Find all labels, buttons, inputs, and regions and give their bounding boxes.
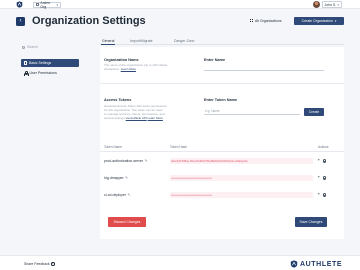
- org-name-description: The name of the organization (up to 100 …: [104, 63, 168, 71]
- revoke-icon[interactable]: [322, 159, 326, 163]
- brand-name: AUTHLETE: [300, 260, 343, 268]
- access-tokens-desc-line: several settings via Authlete API Learn …: [104, 116, 167, 120]
- org-switcher[interactable]: Anime Org ▾: [33, 0, 61, 9]
- chevron-down-icon: ▾: [334, 19, 337, 23]
- token-hash-field[interactable]: s9cnF4TNt8qv-WLwr0rMxDTRvdB2hHfGz5bXuKsL…: [170, 158, 313, 164]
- learn-more-link[interactable]: Learn More: [121, 67, 136, 71]
- user-name: John S: [324, 2, 336, 7]
- share-feedback-link[interactable]: Share Feedback i: [24, 262, 55, 266]
- org-name-field[interactable]: [204, 64, 324, 71]
- table-row-name: ci-cd-deployer ✎: [104, 193, 130, 197]
- row-actions: ⚭: [317, 158, 326, 163]
- save-changes-button[interactable]: Save Changes: [295, 217, 327, 227]
- all-organizations-link[interactable]: All Organizations: [250, 19, 281, 23]
- org-name-field-label: Enter Name: [204, 58, 226, 62]
- table-header-divider: [100, 151, 344, 152]
- link-icon[interactable]: ⚭: [317, 175, 321, 180]
- create-organization-label: Create Organization: [301, 19, 333, 23]
- discard-changes-button[interactable]: Discard Changes: [108, 217, 146, 227]
- sidebar-item-label: User Permissions: [29, 71, 57, 75]
- all-organizations-label: All Organizations: [255, 19, 282, 23]
- authlete-logo-icon[interactable]: [16, 1, 23, 8]
- token-name-field[interactable]: e.g. Name: [204, 108, 300, 115]
- link-icon[interactable]: ⚭: [317, 192, 321, 197]
- token-hash-field[interactable]: ••••••••••••••••••••••••••••••••••••••••…: [170, 192, 313, 198]
- token-name: ci-cd-deployer: [104, 193, 126, 197]
- avatar: [313, 1, 320, 8]
- sidebar-item-basic-settings[interactable]: Basic Settings: [21, 59, 79, 67]
- settings-tabs: General Import/Migrate Danger Zone: [100, 38, 344, 45]
- authlete-shield-icon: [290, 260, 298, 268]
- sidebar-item-label: Basic Settings: [29, 61, 52, 65]
- org-name-desc-text: characters).: [104, 67, 120, 71]
- pencil-icon[interactable]: ✎: [145, 159, 148, 163]
- pencil-icon[interactable]: ✎: [125, 176, 128, 180]
- authlete-api-link[interactable]: via Authlete API: [126, 116, 147, 120]
- revoke-icon[interactable]: [322, 193, 326, 197]
- settings-icon: [23, 61, 27, 65]
- token-name-field-label: Enter Token Name: [204, 98, 238, 102]
- share-feedback-label: Share Feedback: [24, 262, 50, 266]
- pencil-icon[interactable]: ✎: [127, 193, 130, 197]
- tab-import-migrate[interactable]: Import/Migrate: [129, 38, 154, 45]
- learn-more-link[interactable]: Learn More: [148, 116, 163, 120]
- token-hash-field[interactable]: ••••••••••••••••••••••••••••••••••••••••…: [170, 175, 313, 181]
- token-name: hig-dmapper: [104, 176, 124, 180]
- chevron-down-icon: ▾: [337, 2, 339, 7]
- create-token-button[interactable]: Create: [304, 108, 324, 116]
- info-icon: i: [51, 262, 55, 266]
- row-actions: ⚭: [317, 175, 326, 180]
- access-tokens-description: Generate Access Token with same permissi…: [104, 104, 167, 120]
- divider: [100, 83, 344, 84]
- table-row-name: hig-dmapper ✎: [104, 176, 128, 180]
- row-actions: ⚭: [317, 192, 326, 197]
- access-tokens-desc-text: several settings: [104, 116, 125, 120]
- table-row-name: prod-authorization-server ✎: [104, 159, 148, 163]
- user-menu-button[interactable]: John S ▾: [321, 1, 342, 8]
- sidebar-item-user-permissions[interactable]: User Permissions: [21, 69, 79, 77]
- tab-general[interactable]: General: [101, 38, 116, 45]
- column-header-actions: Actions: [318, 145, 329, 149]
- user-menu[interactable]: John S ▾: [313, 1, 342, 8]
- brand-logo: AUTHLETE: [290, 260, 342, 268]
- building-icon: [36, 3, 39, 6]
- users-icon: [23, 71, 29, 76]
- top-bar: Anime Org ▾ John S ▾: [0, 0, 360, 9]
- column-header-token-name: Token Name: [104, 145, 122, 149]
- back-button[interactable]: ‹: [16, 17, 25, 26]
- search-input[interactable]: Search: [20, 43, 86, 51]
- column-header-token-hash: Token Hash: [170, 145, 187, 149]
- create-organization-button[interactable]: Create Organization ▾: [294, 17, 344, 25]
- page-title: Organization Settings: [32, 15, 146, 27]
- org-name-desc-line: characters). Learn More: [104, 67, 168, 71]
- search-placeholder: Search: [27, 45, 39, 49]
- chevron-left-icon: ‹: [19, 18, 22, 24]
- org-name-title: Organization Name: [104, 58, 139, 62]
- link-icon[interactable]: ⚭: [317, 158, 321, 163]
- chevron-down-icon: ▾: [56, 2, 58, 7]
- org-switcher-label: Anime Org: [40, 0, 51, 9]
- access-tokens-title: Access Tokens: [104, 98, 132, 102]
- token-name: prod-authorization-server: [104, 159, 144, 163]
- settings-card: Organization Name The name of the organi…: [100, 47, 344, 239]
- tab-danger-zone[interactable]: Danger Zone: [173, 38, 195, 45]
- grid-icon: [250, 19, 254, 23]
- revoke-icon[interactable]: [322, 176, 326, 180]
- search-icon: [22, 45, 25, 49]
